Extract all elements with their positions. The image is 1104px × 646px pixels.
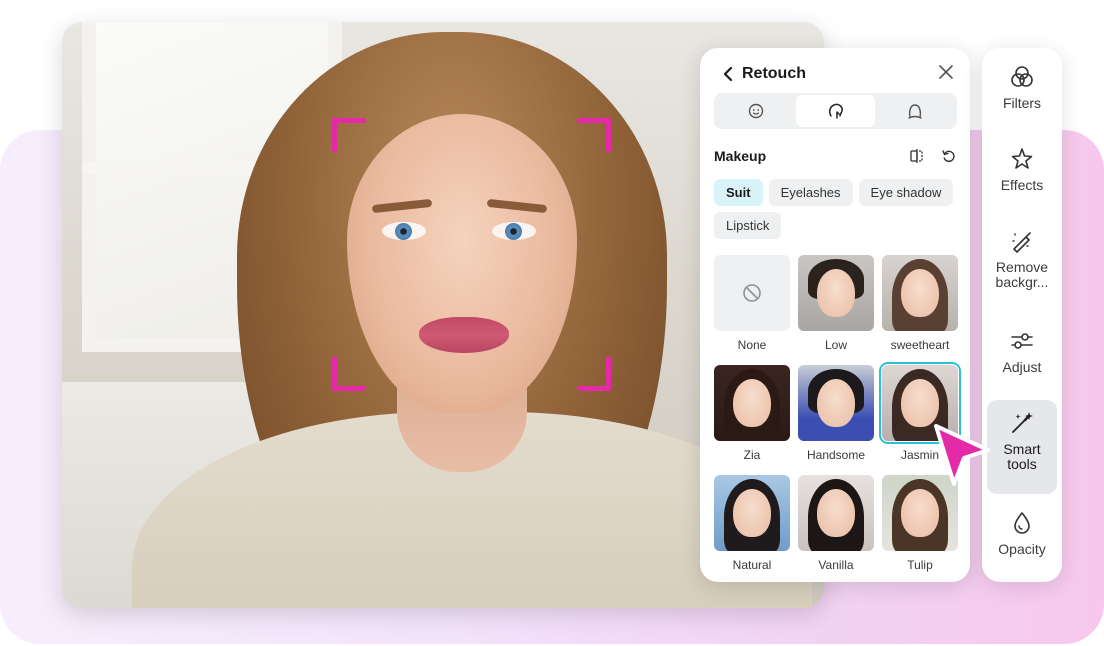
preset-vanilla[interactable]: Vanilla [798,475,874,585]
pointer-cursor-icon [934,424,990,486]
preset-handsome[interactable]: Handsome [798,365,874,475]
preset-sweetheart[interactable]: sweetheart [882,255,958,365]
effects-icon [1011,148,1033,169]
makeup-category-chips: Suit Eyelashes Eye shadow Lipstick [714,179,962,239]
rail-item-opacity[interactable]: Opacity [987,510,1057,572]
chip-eye-shadow[interactable]: Eye shadow [858,179,954,206]
preset-none[interactable]: None [714,255,790,365]
remove-background-icon [1012,232,1031,253]
rail-label: Filters [1002,95,1042,111]
rail-label: Remove backgr... [995,259,1049,290]
tool-rail: Filters Effects Remove backgr... Adjust … [982,48,1062,582]
rail-item-smart-tools[interactable]: Smart tools [987,400,1057,494]
filters-icon [1011,66,1033,87]
chip-lipstick[interactable]: Lipstick [714,212,782,239]
preset-thumbnail [714,475,790,551]
rail-item-remove-background[interactable]: Remove backgr... [987,228,1057,306]
face-detect-corner-bottom-right [577,357,611,391]
preset-thumbnail [798,365,874,441]
prohibited-icon [743,284,761,302]
face-detect-corner-bottom-left [332,357,366,391]
panel-title: Retouch [742,65,806,82]
body-icon [908,104,922,119]
rail-item-effects[interactable]: Effects [987,146,1057,216]
tab-makeup[interactable] [795,95,876,127]
face-detect-corner-top-right [577,118,611,152]
preset-label: sweetheart [890,338,950,352]
rail-label: Effects [1000,177,1044,193]
rail-item-adjust[interactable]: Adjust [987,328,1057,398]
preset-thumbnail [882,255,958,331]
preset-natural[interactable]: Natural [714,475,790,585]
preset-label: Handsome [806,448,866,462]
retouch-panel: Retouch Makeup Suit Eyelashes Eye shadow… [700,48,970,582]
preset-label: None [737,338,767,352]
preset-thumbnail [714,365,790,441]
preset-thumbnail [798,255,874,331]
right-eye [492,222,536,240]
reset-icon[interactable] [941,148,957,164]
tab-body[interactable] [875,95,955,127]
chevron-left-icon[interactable] [718,64,738,84]
head-touch-icon [828,103,843,119]
makeup-section-header: Makeup [714,146,957,166]
face-detect-corner-top-left [332,118,366,152]
rail-item-filters[interactable]: Filters [987,64,1057,134]
preset-label: Low [824,338,847,352]
preset-thumbnail [798,475,874,551]
panel-header: Retouch [718,60,958,88]
rail-label: Adjust [1002,359,1042,375]
preset-label: Tulip [907,558,933,572]
rail-label: Opacity [998,541,1046,557]
compare-icon[interactable] [909,148,925,164]
adjust-icon [1011,333,1033,349]
preset-zia[interactable]: Zia [714,365,790,475]
preset-label: Zia [743,448,761,462]
preset-label: Vanilla [818,558,854,572]
tab-face[interactable] [716,95,796,127]
chip-eyelashes[interactable]: Eyelashes [768,179,853,206]
makeup-preset-grid: None Low sweetheart Zia Handsome Jasmin … [714,255,961,585]
preset-thumbnail [714,255,790,331]
rail-label: Smart tools [1003,441,1041,472]
preset-low[interactable]: Low [798,255,874,365]
retouch-category-tabs [714,93,957,129]
subject-lips [419,317,509,353]
section-title: Makeup [714,148,767,164]
chip-suit[interactable]: Suit [714,179,763,206]
opacity-icon [1014,512,1030,534]
smart-tools-icon [1012,412,1033,433]
left-eye [382,222,426,240]
face-icon [748,103,764,119]
close-icon[interactable] [938,64,958,84]
preset-label: Natural [732,558,772,572]
